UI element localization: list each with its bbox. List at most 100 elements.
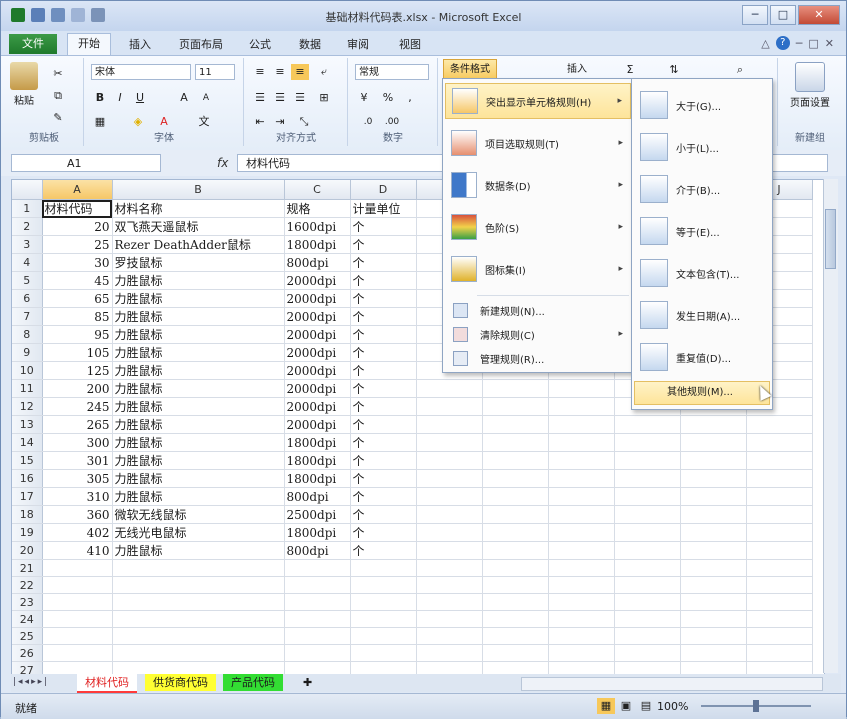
cell[interactable]: 个: [350, 523, 417, 542]
autosum-icon[interactable]: Σ: [621, 62, 639, 78]
cell[interactable]: 85: [42, 307, 113, 326]
cell[interactable]: 力胜鼠标: [112, 433, 285, 452]
cell[interactable]: [680, 593, 747, 611]
cell[interactable]: 个: [350, 253, 417, 272]
cell[interactable]: 规格: [284, 199, 351, 218]
cell[interactable]: [548, 523, 615, 542]
cell[interactable]: [284, 644, 351, 662]
menu-equal-to[interactable]: 等于(E)...: [634, 211, 770, 251]
menu-between[interactable]: 介于(B)...: [634, 169, 770, 209]
scroll-thumb[interactable]: [825, 209, 836, 269]
cell[interactable]: [548, 469, 615, 488]
row-header[interactable]: 11: [12, 379, 43, 398]
cell[interactable]: [112, 610, 285, 628]
cell[interactable]: [548, 644, 615, 662]
menu-color-scales[interactable]: 色阶(S) ▸: [445, 209, 631, 245]
cell[interactable]: [350, 593, 417, 611]
cell[interactable]: [548, 661, 615, 674]
cell[interactable]: [482, 661, 549, 674]
cell[interactable]: 2000dpi: [284, 307, 351, 326]
cell[interactable]: 800dpi: [284, 253, 351, 272]
menu-duplicate-values[interactable]: 重复值(D)...: [634, 337, 770, 377]
cell[interactable]: [746, 541, 813, 560]
font-size-select[interactable]: 11: [195, 64, 235, 80]
cell[interactable]: [548, 487, 615, 506]
cell[interactable]: 力胜鼠标: [112, 379, 285, 398]
cell[interactable]: [350, 576, 417, 594]
cell[interactable]: [614, 593, 681, 611]
cell[interactable]: 双飞燕天遥鼠标: [112, 217, 285, 236]
menu-less-than[interactable]: 小于(L)...: [634, 127, 770, 167]
cell[interactable]: [284, 576, 351, 594]
cell[interactable]: [112, 593, 285, 611]
cell[interactable]: [416, 451, 483, 470]
cell[interactable]: [548, 415, 615, 434]
sheet-tab-suppliers[interactable]: 供货商代码: [145, 674, 216, 691]
menu-manage-rules[interactable]: 管理规则(R)...: [445, 347, 631, 369]
cell[interactable]: [416, 559, 483, 577]
cell[interactable]: [548, 576, 615, 594]
cell[interactable]: [614, 541, 681, 560]
cell[interactable]: [482, 644, 549, 662]
cell[interactable]: 2000dpi: [284, 289, 351, 308]
cell[interactable]: [42, 610, 113, 628]
cell[interactable]: 个: [350, 307, 417, 326]
insert-cells-button[interactable]: 插入: [557, 62, 597, 78]
cell[interactable]: [482, 593, 549, 611]
cell[interactable]: 个: [350, 487, 417, 506]
cell[interactable]: [482, 541, 549, 560]
row-header[interactable]: 26: [12, 644, 43, 662]
cell[interactable]: 力胜鼠标: [112, 307, 285, 326]
row-header[interactable]: 8: [12, 325, 43, 344]
row-header[interactable]: 22: [12, 576, 43, 594]
cell[interactable]: [42, 627, 113, 645]
cell[interactable]: [112, 644, 285, 662]
row-header[interactable]: 15: [12, 451, 43, 470]
column-header[interactable]: D: [350, 180, 417, 200]
row-header[interactable]: 21: [12, 559, 43, 577]
cell[interactable]: 20: [42, 217, 113, 236]
shrink-font-button[interactable]: A: [197, 90, 215, 106]
page-break-view-icon[interactable]: ▤: [637, 698, 655, 714]
bold-button[interactable]: B: [91, 90, 109, 106]
cell[interactable]: [746, 559, 813, 577]
cell[interactable]: 265: [42, 415, 113, 434]
copy-icon[interactable]: ⧉: [49, 88, 67, 104]
cell[interactable]: [416, 644, 483, 662]
cell[interactable]: [42, 576, 113, 594]
doc-minimize-icon[interactable]: ─: [796, 37, 803, 50]
cell[interactable]: 200: [42, 379, 113, 398]
cell[interactable]: [680, 523, 747, 542]
cell[interactable]: [482, 523, 549, 542]
cell[interactable]: [680, 661, 747, 674]
cell[interactable]: [482, 415, 549, 434]
row-header[interactable]: 23: [12, 593, 43, 611]
vertical-scrollbar[interactable]: [823, 179, 838, 673]
menu-clear-rules[interactable]: 清除规则(C) ▸: [445, 323, 631, 345]
tab-data[interactable]: 数据: [299, 36, 321, 52]
cell[interactable]: 2000dpi: [284, 397, 351, 416]
row-header[interactable]: 12: [12, 397, 43, 416]
name-box[interactable]: A1: [11, 154, 161, 172]
underline-button[interactable]: U: [131, 90, 149, 106]
cell[interactable]: 个: [350, 271, 417, 290]
align-right-icon[interactable]: ☰: [291, 90, 309, 106]
cell[interactable]: 105: [42, 343, 113, 362]
cell[interactable]: [350, 627, 417, 645]
cell[interactable]: 25: [42, 235, 113, 254]
cell[interactable]: [482, 627, 549, 645]
cell[interactable]: 410: [42, 541, 113, 560]
row-header[interactable]: 2: [12, 217, 43, 236]
cell[interactable]: [42, 661, 113, 674]
cell[interactable]: [112, 559, 285, 577]
zoom-level[interactable]: 100%: [657, 700, 688, 713]
cell[interactable]: [42, 593, 113, 611]
cell[interactable]: [614, 487, 681, 506]
row-header[interactable]: 25: [12, 627, 43, 645]
border-icon[interactable]: ▦: [91, 114, 109, 130]
row-header[interactable]: 9: [12, 343, 43, 362]
tab-review[interactable]: 审阅: [347, 36, 369, 52]
cell[interactable]: [548, 559, 615, 577]
maximize-button[interactable]: □: [770, 5, 796, 25]
tab-view[interactable]: 视图: [399, 36, 421, 52]
